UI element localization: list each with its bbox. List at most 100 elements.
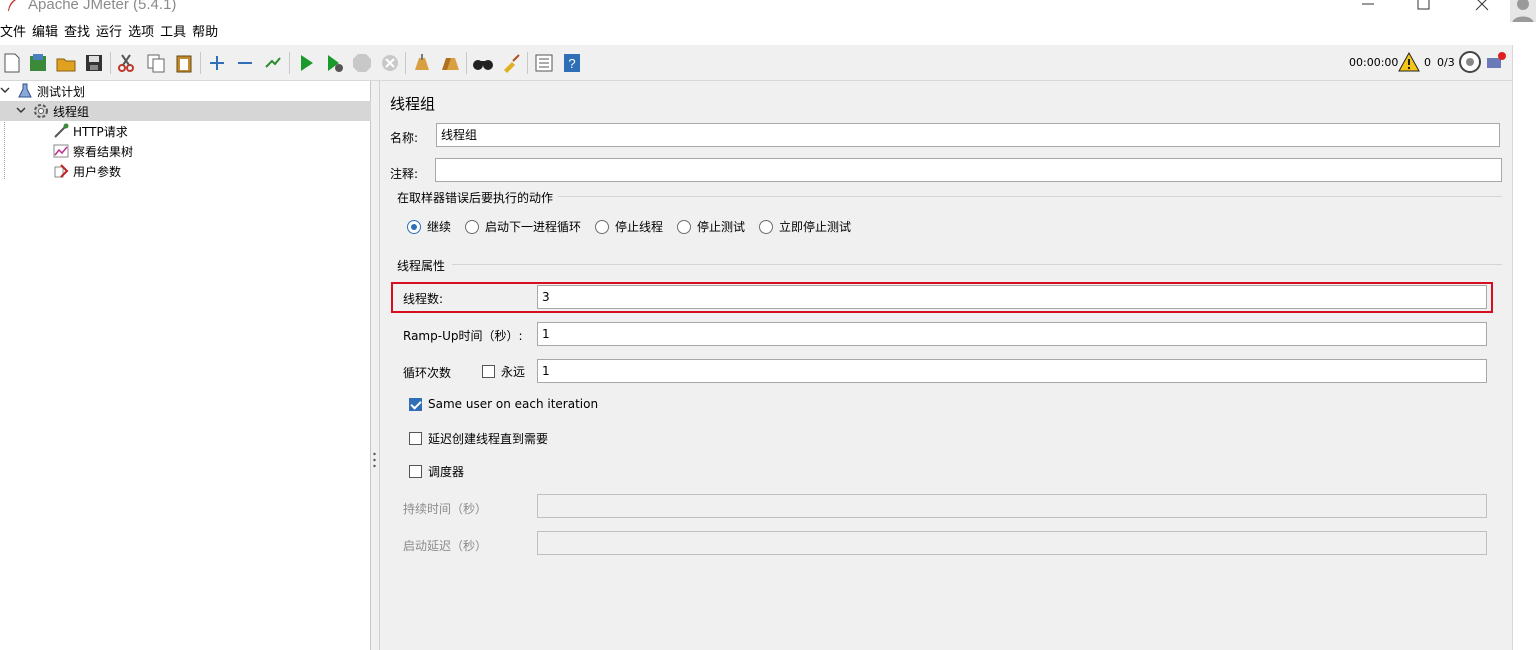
- menu-edit[interactable]: 编辑: [32, 22, 62, 44]
- comment-field[interactable]: [435, 158, 1502, 182]
- remote-engines-icon[interactable]: [1458, 50, 1482, 74]
- radio-stop-thread[interactable]: 停止线程: [595, 218, 663, 235]
- thread-count-label: 线程数:: [403, 292, 444, 306]
- scheduler-checkbox[interactable]: 调度器: [409, 463, 464, 480]
- radio-stop-test[interactable]: 停止测试: [677, 218, 745, 235]
- error-action-section: 在取样器错误后要执行的动作: [397, 191, 554, 205]
- toolbar-separator: [110, 52, 111, 74]
- expand-all-icon[interactable]: [205, 51, 229, 75]
- radio-dot[interactable]: [595, 219, 609, 234]
- preprocessor-icon: [54, 164, 69, 178]
- scrollbar[interactable]: [1512, 45, 1536, 650]
- tree-item-thread-group[interactable]: 线程组: [0, 101, 371, 121]
- checkbox-box[interactable]: [482, 365, 495, 378]
- close-icon[interactable]: [1472, 0, 1492, 14]
- loop-count-label: 循环次数: [403, 366, 452, 380]
- name-field[interactable]: 线程组: [436, 123, 1500, 147]
- paste-icon[interactable]: [172, 51, 196, 75]
- menu-options[interactable]: 选项: [128, 22, 158, 44]
- delay-thread-creation-checkbox[interactable]: 延迟创建线程直到需要: [409, 430, 548, 447]
- checkbox-label: 延迟创建线程直到需要: [428, 432, 549, 446]
- radio-dot[interactable]: [677, 219, 691, 234]
- jmeter-feather-icon: [8, 0, 16, 11]
- help-icon[interactable]: ?: [560, 51, 584, 75]
- function-helper-icon[interactable]: [532, 51, 556, 75]
- cut-icon[interactable]: [114, 51, 138, 75]
- section-divider: [558, 196, 1502, 197]
- active-threads: 0/3: [1437, 56, 1455, 69]
- warning-icon[interactable]: [1398, 51, 1420, 73]
- comment-label: 注释:: [390, 167, 419, 181]
- menu-bar: 文件 编辑 查找 运行 选项 工具 帮助: [0, 22, 1536, 44]
- same-user-checkbox[interactable]: Same user on each iteration: [409, 397, 598, 411]
- section-divider: [452, 264, 1502, 265]
- test-plan-icon: [18, 83, 32, 98]
- elapsed-time: 00:00:00: [1349, 56, 1399, 69]
- chevron-down-icon[interactable]: [0, 85, 12, 97]
- rampup-field[interactable]: 1: [537, 322, 1487, 346]
- toolbar-separator: [466, 52, 467, 74]
- forever-checkbox[interactable]: 永远: [482, 363, 525, 380]
- open-icon[interactable]: [54, 51, 78, 75]
- menu-search[interactable]: 查找: [64, 22, 94, 44]
- menu-help[interactable]: 帮助: [192, 22, 222, 44]
- name-label: 名称:: [390, 131, 419, 145]
- thread-properties-section: 线程属性: [397, 259, 446, 273]
- startup-delay-label: 启动延迟（秒）: [403, 539, 488, 553]
- tree-item-view-results-tree[interactable]: 察看结果树: [52, 141, 133, 161]
- maximize-icon[interactable]: [1414, 0, 1434, 14]
- svg-text:?: ?: [568, 56, 575, 71]
- panel-title: 线程组: [390, 95, 436, 113]
- error-count: 0: [1424, 56, 1431, 69]
- tree-item-label: HTTP请求: [73, 124, 128, 139]
- radio-label: 启动下一进程循环: [485, 220, 582, 234]
- radio-dot[interactable]: [465, 219, 479, 234]
- radio-start-next-loop[interactable]: 启动下一进程循环: [465, 218, 581, 235]
- radio-dot[interactable]: [759, 219, 773, 234]
- radio-label: 立即停止测试: [779, 220, 852, 234]
- toolbar-separator: [405, 52, 406, 74]
- tree-item-label: 线程组: [53, 104, 90, 119]
- clear-icon[interactable]: [410, 51, 434, 75]
- menu-tools[interactable]: 工具: [160, 22, 190, 44]
- stop-icon[interactable]: [350, 51, 374, 75]
- tree-item-label: 用户参数: [73, 164, 122, 179]
- start-no-pauses-icon[interactable]: [322, 51, 346, 75]
- radio-stop-test-now[interactable]: 立即停止测试: [759, 218, 851, 235]
- save-icon[interactable]: [82, 51, 106, 75]
- checkbox-label: Same user on each iteration: [428, 397, 599, 411]
- loop-count-field[interactable]: 1: [537, 359, 1487, 383]
- split-pane-divider[interactable]: [371, 81, 380, 650]
- reset-search-icon[interactable]: [499, 51, 523, 75]
- user-avatar-icon[interactable]: [1510, 0, 1536, 24]
- log-viewer-icon[interactable]: [1485, 50, 1507, 72]
- shutdown-icon[interactable]: [378, 51, 402, 75]
- tree-item-label: 测试计划: [37, 84, 86, 99]
- radio-label: 继续: [427, 220, 452, 234]
- thread-count-field[interactable]: 3: [537, 285, 1487, 309]
- start-icon[interactable]: [294, 51, 318, 75]
- radio-dot[interactable]: [407, 219, 421, 234]
- checkbox-box[interactable]: [409, 432, 422, 445]
- grip-dots-icon[interactable]: [373, 452, 376, 468]
- tree-item-test-plan[interactable]: 测试计划: [0, 81, 371, 101]
- window-title: Apache JMeter (5.4.1): [28, 0, 177, 13]
- checkbox-box[interactable]: [409, 465, 422, 478]
- search-icon[interactable]: [471, 51, 495, 75]
- tree-item-http-request[interactable]: HTTP请求: [52, 121, 128, 141]
- minimize-icon[interactable]: [1358, 0, 1378, 14]
- menu-file[interactable]: 文件: [0, 22, 30, 44]
- toggle-icon[interactable]: [261, 51, 285, 75]
- toolbar-separator: [200, 52, 201, 74]
- chevron-down-icon[interactable]: [16, 105, 28, 117]
- copy-icon[interactable]: [144, 51, 168, 75]
- templates-icon[interactable]: [26, 51, 50, 75]
- tree-item-user-parameters[interactable]: 用户参数: [52, 161, 121, 181]
- menu-run[interactable]: 运行: [96, 22, 126, 44]
- clear-all-icon[interactable]: [438, 51, 462, 75]
- rampup-label: Ramp-Up时间（秒）:: [403, 329, 523, 343]
- collapse-all-icon[interactable]: [233, 51, 257, 75]
- checkbox-box[interactable]: [409, 397, 422, 411]
- radio-continue[interactable]: 继续: [407, 218, 451, 235]
- new-icon[interactable]: [0, 51, 24, 75]
